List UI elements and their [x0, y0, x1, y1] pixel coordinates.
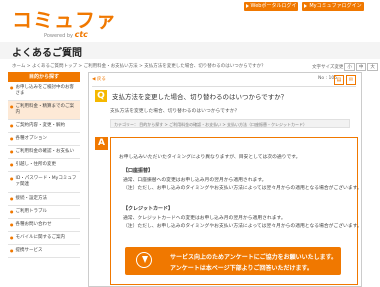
web-portal-login-label: Webポータルログイン — [250, 3, 297, 18]
bullet-icon: ● — [10, 123, 14, 128]
bullet-icon: ● — [10, 149, 14, 154]
bullet-icon: ● — [10, 235, 14, 240]
question-title: 支払方法を変更した場合、切り替わるのはいつからですか？ — [112, 93, 288, 101]
sidebar-item[interactable]: ● モバイルに関するご案内 — [8, 232, 80, 245]
sidebar-item-label: 各種お問い合わせ — [15, 222, 52, 227]
sidebar-item[interactable]: ● 各種オプション — [8, 133, 80, 146]
sidebar-list: ● お申し込みをご検討中のお客さま ● ご利用料金・精算までのご案内 ● ご契約内容・… — [8, 82, 80, 258]
sidebar-item[interactable]: ● ご契約内容・変更・解約 — [8, 120, 80, 133]
sidebar-item[interactable]: ● お申し込みをご検討中のお客さま — [8, 82, 80, 101]
sidebar-item-label: ご利用トラブル — [15, 209, 48, 214]
font-size-label: 文字サイズ変更 — [312, 65, 344, 70]
sidebar-item[interactable]: ● ID・パスワード・Myコミュファ関連 — [8, 172, 80, 193]
sidebar-item-label: お申し込みをご検討中のお客さま — [15, 85, 75, 96]
bullet-icon: ● — [10, 136, 14, 141]
web-portal-login-button[interactable]: Webポータルログイン — [244, 2, 298, 18]
my-commufa-login-label: Myコミュファログイン — [309, 3, 362, 9]
sidebar-item[interactable]: ● 各種お問い合わせ — [8, 219, 80, 232]
bullet-icon: ● — [10, 196, 14, 201]
sidebar-item-label: ID・パスワード・Myコミュファ関連 — [15, 176, 77, 187]
bullet-icon: ● — [10, 162, 14, 167]
arrow-right-icon — [304, 3, 308, 8]
logo-brand: ctc — [74, 30, 88, 39]
sidebar-item-label: ご利用料金の確認・お支払い — [15, 149, 75, 154]
mail-icon[interactable]: ✉ — [346, 75, 356, 85]
page-title: よくあるご質問 — [12, 48, 82, 59]
sidebar-item-label: ご利用料金・精算までのご案内 — [15, 104, 75, 115]
divider — [92, 86, 356, 87]
font-size-switcher: 文字サイズ変更小中大 — [312, 63, 378, 71]
back-label: 戻る — [96, 77, 106, 82]
category-path[interactable]: カテゴリー： 目的から探す > ご利用料金の確認・お支払い > 支払い方法（口座… — [110, 119, 350, 128]
sidebar-item[interactable]: ● ご利用トラブル — [8, 206, 80, 219]
bullet-icon: ● — [10, 209, 14, 214]
font-size-small-button[interactable]: 小 — [344, 63, 355, 71]
bullet-icon: ● — [10, 176, 14, 181]
arrow-down-circle-icon — [136, 252, 152, 268]
sidebar-item[interactable]: ● ご利用料金の確認・お支払い — [8, 146, 80, 159]
sidebar-heading: 目的から探す — [8, 72, 80, 82]
answer-card-line1: 通常、クレジットカードへの変更はお申し込み月の翌月から適用されます。 — [123, 216, 286, 221]
question-badge: Q — [95, 90, 107, 102]
answer-card-heading: 【クレジットカード】 — [123, 206, 174, 212]
answer-badge: A — [95, 137, 108, 150]
sidebar-item[interactable]: ● ご利用料金・精算までのご案内 — [8, 101, 80, 120]
answer-card-line2: （注）ただし、お申し込みのタイミングやお支払い方法によっては翌々月からの適用とな… — [123, 224, 362, 229]
logo-tagline: Powered by ctc — [44, 30, 88, 39]
sidebar-item[interactable]: ● 接続・設定方法 — [8, 193, 80, 206]
question-body: 支払方法を変更した場合、切り替わるのはいつからですか？ — [110, 109, 240, 114]
sidebar-item[interactable]: ● 引越し・住所の変更 — [8, 159, 80, 172]
print-icon[interactable]: ▤ — [334, 75, 344, 85]
survey-line1: サービス向上のためアンケートにご協力をお願いいたします。 — [170, 254, 338, 261]
my-commufa-login-button[interactable]: Myコミュファログイン — [302, 2, 364, 11]
logo-tagline-prefix: Powered by — [44, 33, 73, 39]
bullet-icon: ● — [10, 248, 14, 253]
answer-bank-line2: （注）ただし、お申し込みのタイミングやお支払い方法によっては翌々月からの適用とな… — [123, 186, 362, 191]
answer-intro: お申し込みいただいたタイミングにより異なりますが、目安としては次の通りです。 — [119, 155, 301, 160]
bullet-icon: ● — [10, 85, 14, 90]
sidebar-item-label: モバイルに関するご案内 — [15, 235, 66, 240]
bullet-icon: ● — [10, 104, 14, 109]
back-button[interactable]: ◀ 戻る — [92, 76, 106, 82]
sidebar-item-label: 接続・設定方法 — [15, 196, 48, 201]
site-logo[interactable]: コミュファ — [12, 10, 117, 30]
sidebar-item-label: 各種オプション — [15, 136, 48, 141]
sidebar-item[interactable]: ● 提携サービス — [8, 245, 80, 258]
survey-line2: アンケートは本ページ下部よりご回答いただけます。 — [170, 265, 313, 272]
arrow-right-icon — [245, 3, 249, 8]
font-size-large-button[interactable]: 大 — [367, 63, 378, 71]
sidebar-item-label: 引越し・住所の変更 — [15, 162, 57, 167]
answer-bank-line1: 通常、口座振替への変更はお申し込み月の翌月から適用されます。 — [123, 178, 267, 183]
sidebar-item-label: 提携サービス — [15, 248, 43, 253]
font-size-medium-button[interactable]: 中 — [355, 63, 367, 71]
answer-bank-heading: 【口座振替】 — [123, 168, 154, 174]
bullet-icon: ● — [10, 222, 14, 227]
breadcrumb[interactable]: ホーム > よくあるご質問トップ > ご利用料金・お支払い方法 > 支払方法を変… — [12, 63, 266, 69]
sidebar-item-label: ご契約内容・変更・解約 — [15, 123, 66, 128]
